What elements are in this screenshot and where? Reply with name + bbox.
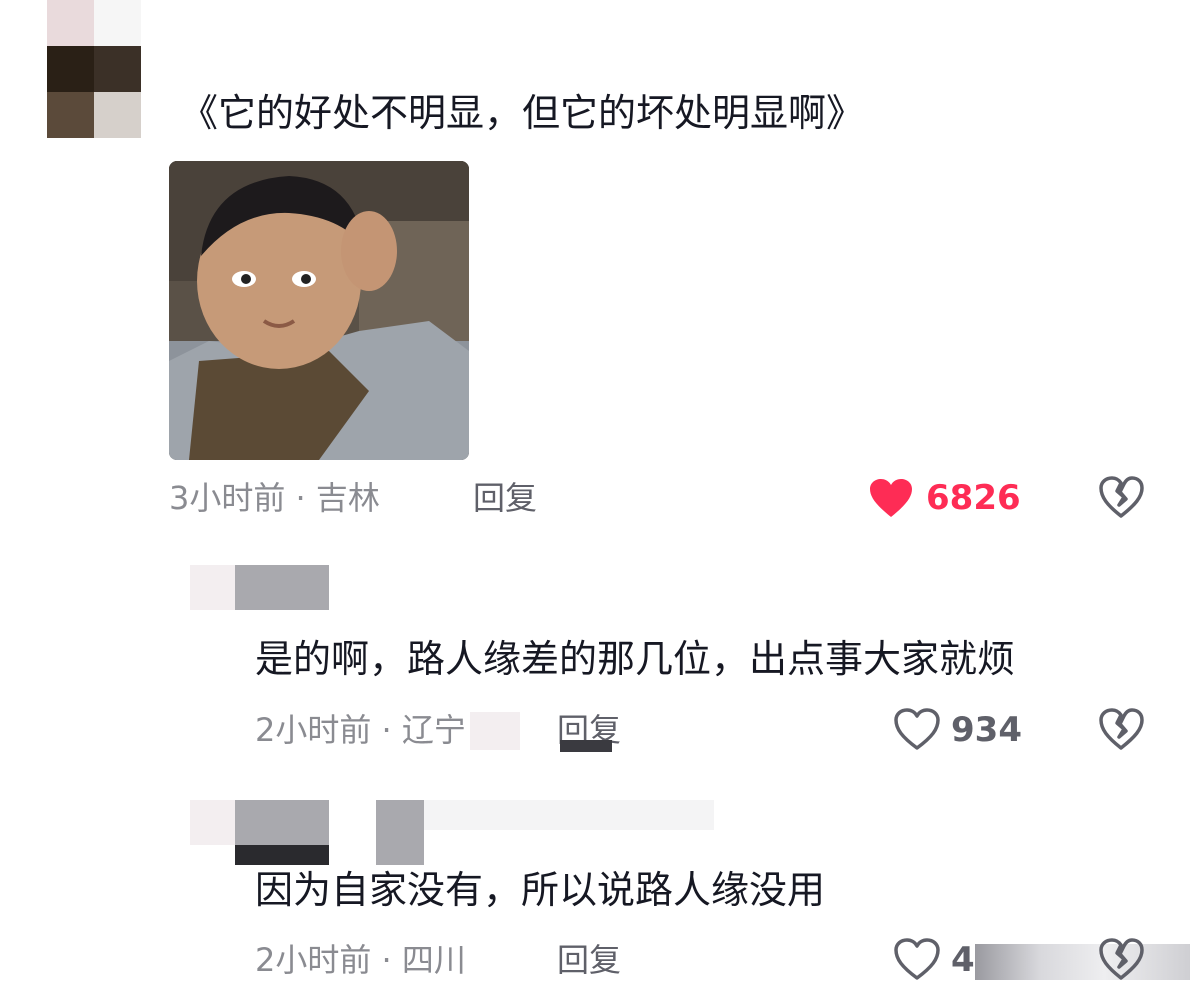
heart-outline-icon[interactable] xyxy=(893,707,941,751)
reply-text: 因为自家没有，所以说路人缘没用 xyxy=(255,868,826,912)
heart-filled-icon[interactable] xyxy=(868,477,914,519)
commenter-avatar[interactable] xyxy=(47,0,141,138)
reply-username-redacted[interactable] xyxy=(235,800,329,845)
broken-heart-icon[interactable] xyxy=(1098,475,1144,519)
like-count: 4 xyxy=(951,940,975,980)
reply-button[interactable]: 回复 xyxy=(473,478,537,518)
redaction-block xyxy=(424,800,714,830)
like-count: 6826 xyxy=(926,478,1021,518)
watermark-redaction xyxy=(975,944,1190,980)
broken-heart-icon[interactable] xyxy=(1098,937,1144,981)
heart-outline-icon[interactable] xyxy=(893,937,941,981)
comment-image[interactable] xyxy=(169,161,469,460)
comment-meta: 3小时前 · 吉林 xyxy=(169,479,380,517)
reply-avatar[interactable] xyxy=(190,800,235,845)
redaction-block xyxy=(470,712,520,750)
redaction-block xyxy=(235,845,329,865)
comment-text: 《它的好处不明显，但它的坏处明显啊》 xyxy=(180,91,865,135)
reply-username-redacted[interactable] xyxy=(235,565,329,610)
reply-meta: 2小时前 · 辽宁 xyxy=(255,711,466,749)
redaction-block xyxy=(376,800,424,865)
reply-avatar[interactable] xyxy=(190,565,235,610)
broken-heart-icon[interactable] xyxy=(1098,707,1144,751)
reply-text: 是的啊，路人缘差的那几位，出点事大家就烦 xyxy=(255,637,1016,681)
like-count: 934 xyxy=(951,710,1022,750)
redaction-block xyxy=(560,740,612,752)
reply-meta: 2小时前 · 四川 xyxy=(255,941,466,979)
reply-button[interactable]: 回复 xyxy=(557,940,621,980)
